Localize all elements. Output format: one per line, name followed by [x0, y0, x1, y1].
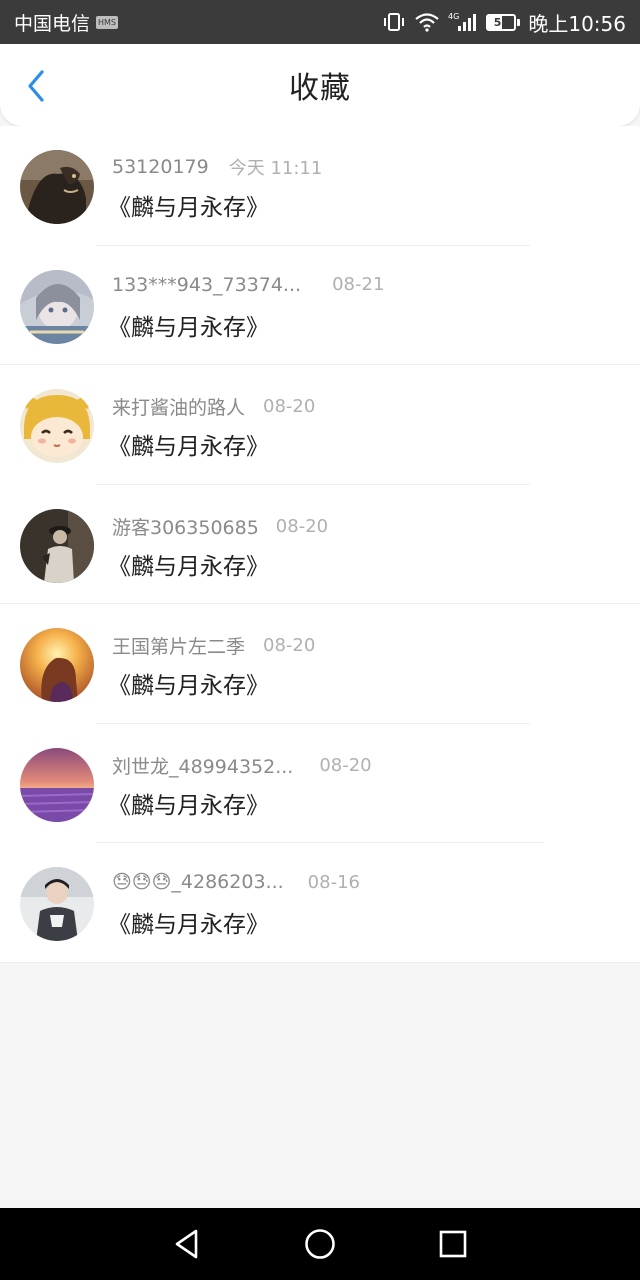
system-nav-bar — [0, 1208, 640, 1280]
divider — [0, 961, 640, 963]
list-item[interactable]: 王国第片左二季 08-20 《麟与月永存》 — [0, 604, 640, 724]
username: 来打酱油的路人 — [112, 397, 246, 419]
avatar — [20, 389, 94, 463]
battery-icon: 52 — [486, 13, 521, 31]
username: 😓😓😓_4286203... — [112, 871, 284, 893]
carrier-label: 中国电信 — [14, 12, 91, 35]
wifi-icon — [414, 12, 440, 32]
date: 08-20 — [319, 754, 372, 776]
date: 08-20 — [275, 515, 329, 537]
dark-photo-avatar-icon — [20, 508, 94, 583]
username: 刘世龙_48994352... — [112, 755, 294, 778]
date: 08-20 — [263, 635, 316, 656]
book-title: 《麟与月永存》 — [108, 195, 269, 221]
sunset-girl-avatar-icon — [20, 628, 94, 702]
date: 08-21 — [332, 274, 385, 295]
book-title: 《麟与月永存》 — [108, 792, 269, 819]
nav-back-button[interactable] — [165, 1222, 209, 1266]
date: 08-16 — [307, 871, 360, 893]
username: 133***943_73374... — [112, 273, 302, 296]
signal-4g-icon: 4G — [448, 11, 478, 33]
book-title: 《麟与月永存》 — [108, 912, 269, 938]
nav-recent-button[interactable] — [431, 1222, 475, 1266]
lavender-field-avatar-icon — [20, 747, 94, 822]
hms-badge: HMS — [96, 15, 119, 29]
date: 今天 11:11 — [228, 158, 323, 179]
book-title: 《麟与月永存》 — [108, 673, 269, 699]
status-bar: 中国电信 HMS 4G 52 晚上10:56 — [0, 0, 640, 44]
cartoon-face-avatar-icon — [20, 389, 94, 463]
book-title: 《麟与月永存》 — [108, 553, 269, 580]
avatar — [20, 747, 94, 822]
username: 游客306350685 — [112, 516, 259, 539]
clock: 晚上10:56 — [528, 11, 626, 36]
home-circle-icon — [305, 1229, 335, 1259]
header-bar: 收藏 — [0, 44, 640, 126]
book-title: 《麟与月永存》 — [108, 434, 269, 460]
svg-text:4G: 4G — [448, 12, 459, 21]
avatar — [20, 628, 94, 702]
back-button[interactable] — [16, 66, 56, 106]
username: 53120179 — [112, 156, 209, 178]
avatar — [20, 867, 94, 941]
recent-square-icon — [440, 1230, 467, 1258]
back-triangle-icon — [175, 1229, 197, 1259]
chevron-left-icon — [28, 70, 44, 102]
date: 08-20 — [263, 396, 316, 417]
avatar — [20, 508, 94, 583]
avatar — [20, 269, 94, 344]
avatar — [20, 150, 94, 224]
boy-photo-avatar-icon — [20, 867, 94, 941]
list-item[interactable]: 刘世龙_48994352... 08-20 《麟与月永存》 — [0, 724, 640, 843]
list-item[interactable]: 来打酱油的路人 08-20 《麟与月永存》 — [0, 365, 640, 485]
favorites-list: 53120179 今天 11:11 《麟与月永存》 133***943_7337… — [0, 126, 640, 963]
username: 王国第片左二季 — [112, 636, 246, 658]
list-item[interactable]: 游客306350685 08-20 《麟与月永存》 — [0, 485, 640, 604]
vibrate-icon — [382, 12, 406, 32]
anime-girl-avatar-icon — [20, 269, 94, 344]
list-item[interactable]: 😓😓😓_4286203... 08-16 《麟与月永存》 — [0, 843, 640, 963]
list-item[interactable]: 53120179 今天 11:11 《麟与月永存》 — [0, 126, 640, 246]
book-title: 《麟与月永存》 — [108, 314, 269, 341]
monster-avatar-icon — [20, 150, 94, 224]
list-item[interactable]: 133***943_73374... 08-21 《麟与月永存》 — [0, 246, 640, 365]
battery-level: 52 — [493, 15, 510, 29]
nav-home-button[interactable] — [298, 1222, 342, 1266]
page-title: 收藏 — [289, 71, 351, 106]
